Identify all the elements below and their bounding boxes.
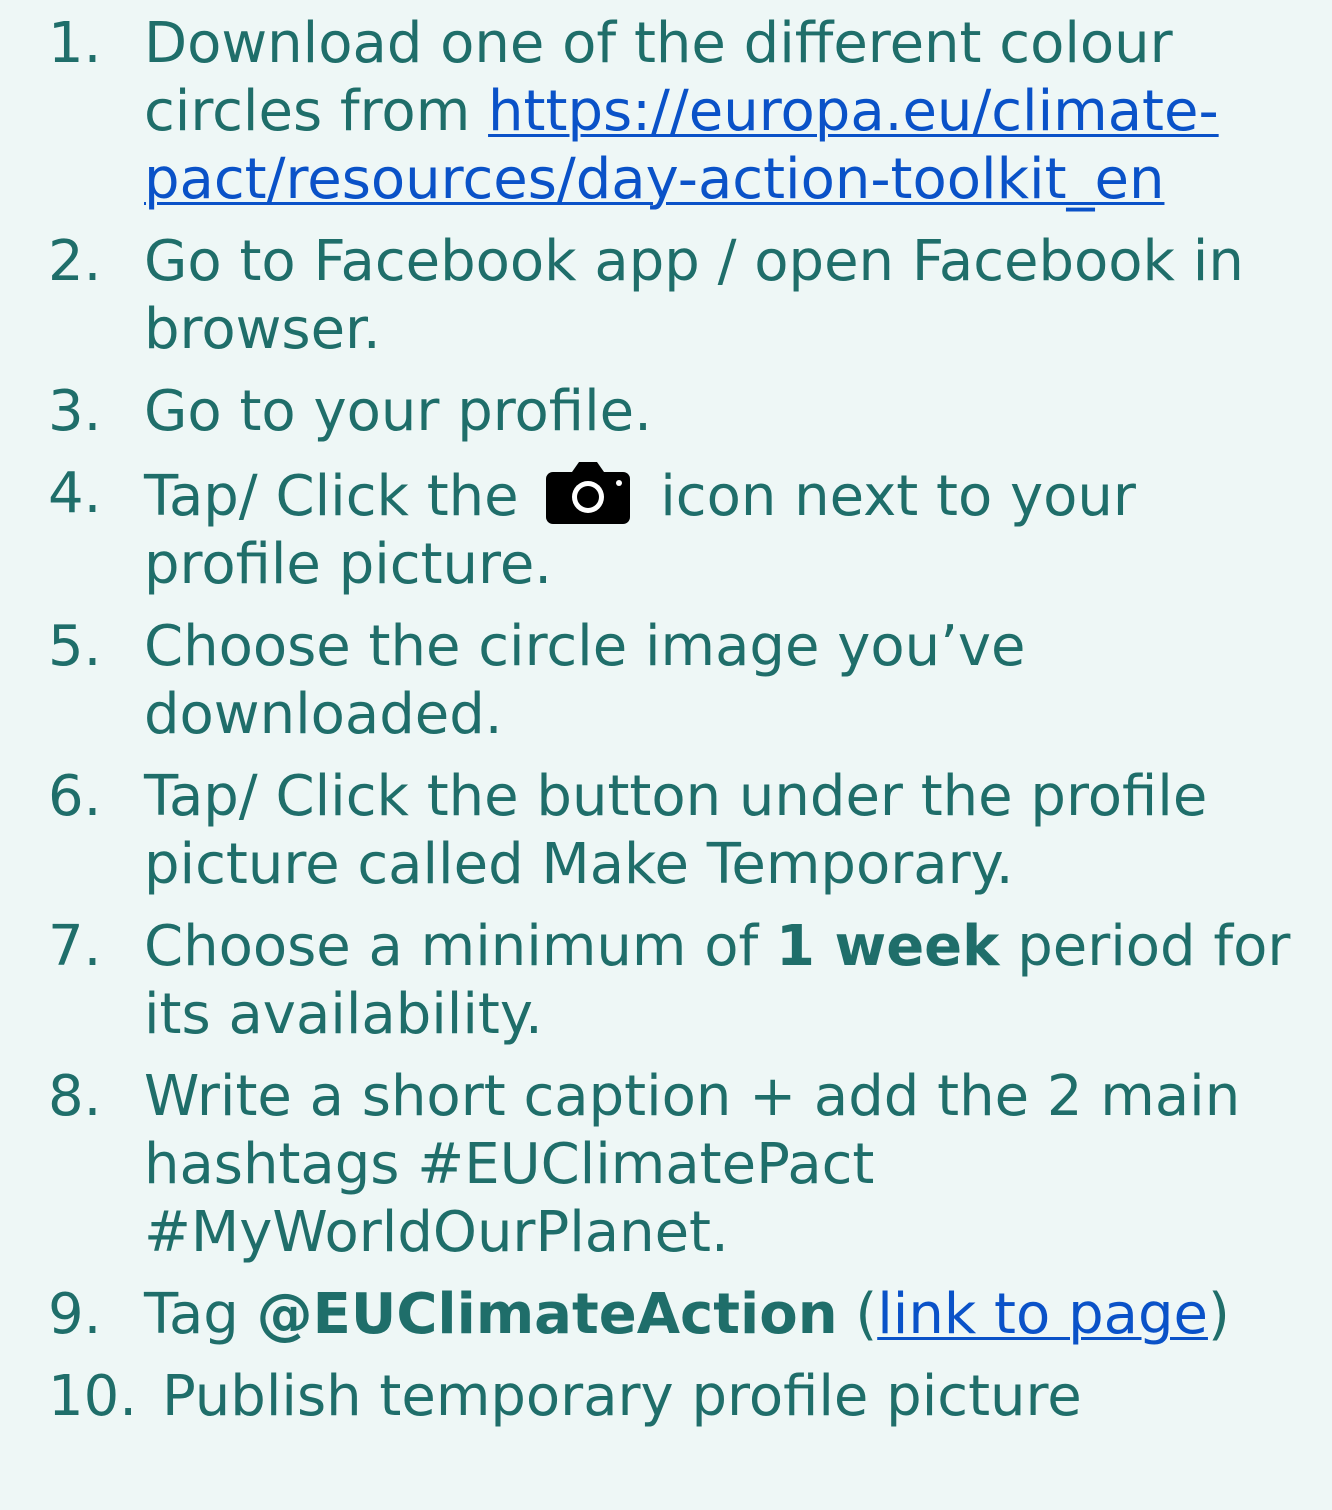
step-text: Write a short caption + add the 2 main h…	[144, 1064, 1241, 1265]
step-number: 3.	[48, 379, 102, 444]
instruction-page: 1. Download one of the different colour …	[0, 0, 1332, 1510]
step-number: 10.	[48, 1364, 138, 1429]
instruction-list: 1. Download one of the different colour …	[0, 10, 1332, 1445]
step-text: Tap/ Click the button under the profile …	[144, 764, 1208, 897]
page-link[interactable]: link to page	[877, 1282, 1208, 1347]
step-text: Publish temporary profile picture	[162, 1364, 1082, 1429]
step-number: 6.	[48, 764, 102, 829]
step-text: )	[1207, 1282, 1230, 1347]
account-tag: @EUClimateAction	[256, 1282, 838, 1347]
list-item: 2. Go to Facebook app / open Facebook in…	[0, 228, 1332, 364]
step-number: 1.	[48, 11, 102, 76]
list-item: 8. Write a short caption + add the 2 mai…	[0, 1063, 1332, 1267]
step-text: Go to your profile.	[144, 379, 652, 444]
camera-icon	[546, 462, 631, 524]
step-number: 8.	[48, 1064, 102, 1129]
step-text: Tap/ Click the	[144, 464, 537, 529]
list-item: 7. Choose a minimum of 1 week period for…	[0, 913, 1332, 1049]
step-text: (	[837, 1282, 878, 1347]
list-item: 3. Go to your profile.	[0, 378, 1332, 446]
step-number: 5.	[48, 614, 102, 679]
list-item: 10. Publish temporary profile picture	[0, 1363, 1332, 1431]
step-text: Tag	[144, 1282, 257, 1347]
step-text: Choose a minimum of	[144, 914, 776, 979]
step-number: 2.	[48, 229, 102, 294]
list-item: 6. Tap/ Click the button under the profi…	[0, 763, 1332, 899]
list-item: 4. Tap/ Click the icon next to your prof…	[0, 460, 1332, 599]
list-item: 9. Tag @EUClimateAction (link to page)	[0, 1281, 1332, 1349]
step-number: 9.	[48, 1282, 102, 1347]
step-number: 4.	[48, 461, 102, 526]
list-item: 1. Download one of the different colour …	[0, 10, 1332, 214]
step-number: 7.	[48, 914, 102, 979]
duration-emphasis: 1 week	[776, 914, 1000, 979]
list-item: 5. Choose the circle image you’ve downlo…	[0, 613, 1332, 749]
step-text: Choose the circle image you’ve downloade…	[144, 614, 1026, 747]
step-text: Go to Facebook app / open Facebook in br…	[144, 229, 1244, 362]
